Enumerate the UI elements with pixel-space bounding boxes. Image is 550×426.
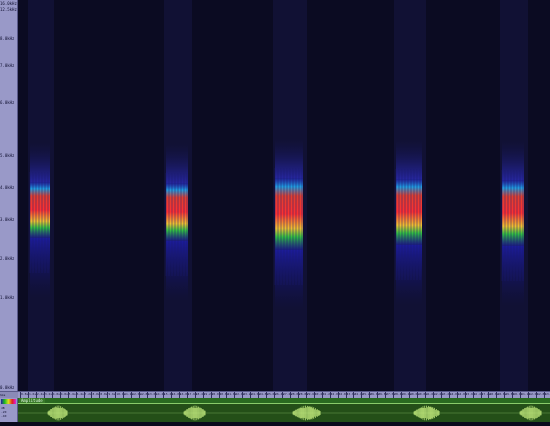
frequency-tick: 3.0kHz: [0, 217, 18, 222]
call-core: [396, 179, 422, 245]
frequency-tick: 7.0kHz: [0, 63, 18, 68]
frequency-ruler: 16.0kHz 12.5kHz 8.0kHz 7.0kHz 6.0kHz 5.0…: [0, 0, 18, 391]
amplitude-scale-label: -40: [1, 414, 7, 418]
amplitude-title: Amplitude: [19, 398, 45, 403]
frequency-tick: 4.0kHz: [0, 185, 18, 190]
frequency-top-label: 16.0kHz: [0, 1, 17, 6]
bat-call-3: [273, 0, 307, 391]
frequency-tick: 2.0kHz: [0, 256, 18, 261]
waveform-canvas[interactable]: [18, 404, 550, 422]
spectrogram-viewer: 16.0kHz 12.5kHz 8.0kHz 7.0kHz 6.0kHz 5.0…: [0, 0, 550, 422]
colormap-swatch[interactable]: [1, 399, 16, 404]
time-tick: 53.6s: [544, 392, 550, 398]
call-lower-energy: [396, 245, 422, 305]
bat-call-2: [164, 0, 192, 391]
frequency-tick: 1.0kHz: [0, 295, 18, 300]
spectrogram-plot[interactable]: [18, 0, 550, 391]
frequency-top-label: 12.5kHz: [0, 7, 17, 12]
waveform-burst-4: [413, 405, 440, 421]
call-upper-energy: [396, 139, 422, 179]
amplitude-label-column: dB -20 -40: [0, 398, 18, 422]
frequency-tick: 6.0kHz: [0, 100, 18, 105]
spectrogram-canvas[interactable]: [18, 0, 550, 391]
time-ruler[interactable]: 0.8s 1.6s 2.4s 3.2s 4.0s 4.8s 5.6s 6.4s 7.2s 8.0s…: [18, 391, 550, 398]
frequency-tick: 5.0kHz: [0, 153, 18, 158]
amplitude-panel: dB -20 -40 Amplitude: [0, 398, 550, 422]
bat-call-1: [28, 0, 54, 391]
bat-call-5: [500, 0, 528, 391]
bat-call-4: [394, 0, 426, 391]
waveform-track[interactable]: [18, 404, 550, 422]
frequency-tick: 8.0kHz: [0, 36, 18, 41]
time-ruler-corner: hms: [0, 391, 18, 398]
frequency-tick: 0.0kHz: [0, 385, 18, 390]
